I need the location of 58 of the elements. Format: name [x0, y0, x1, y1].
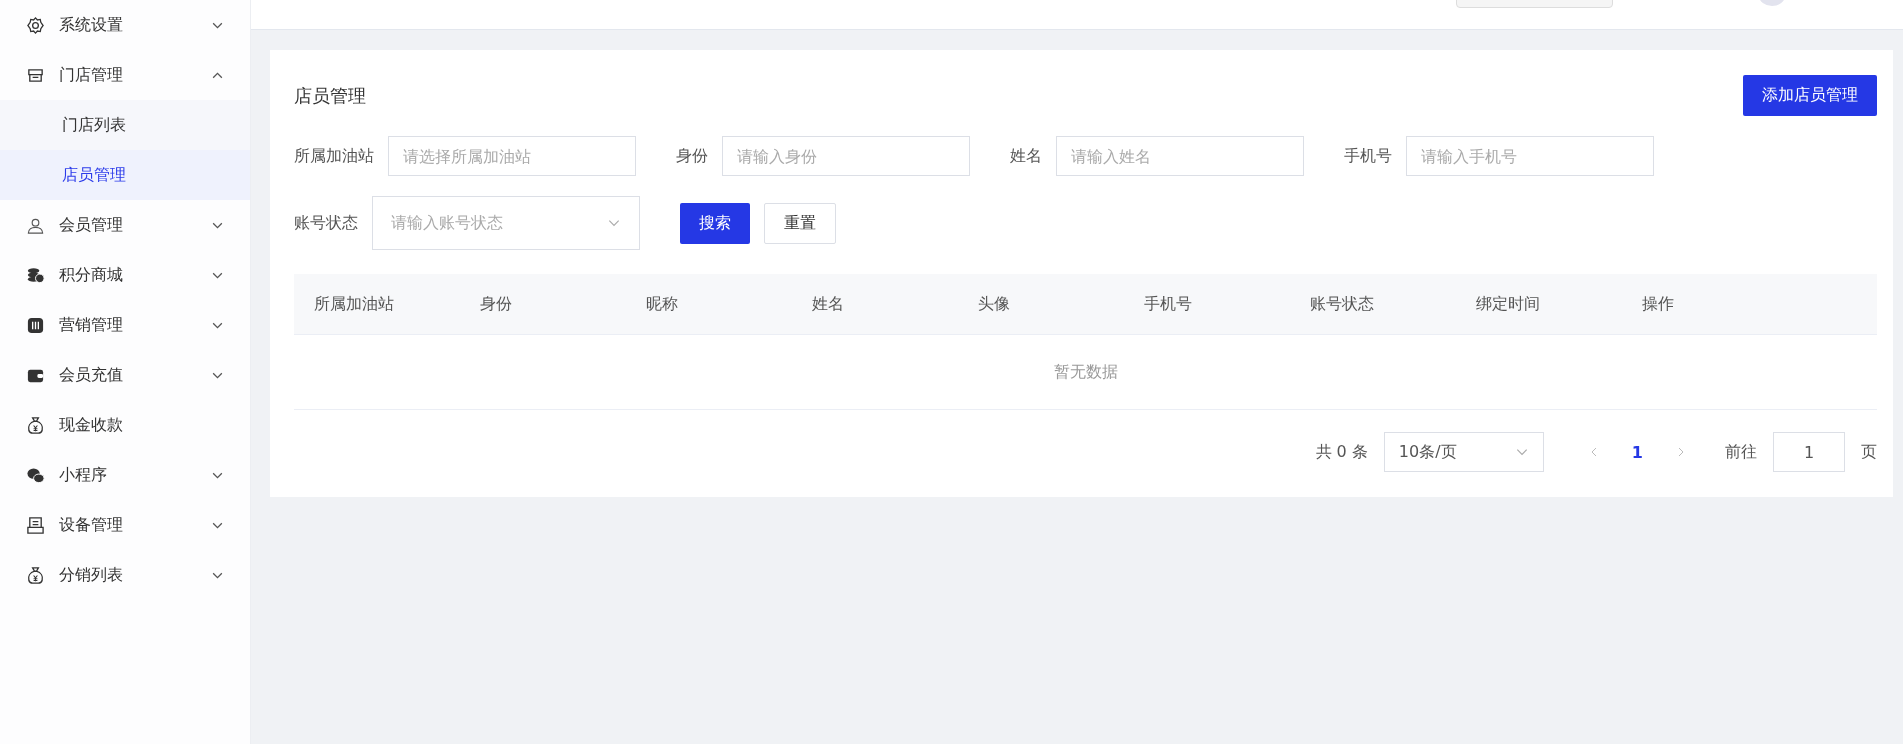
- filter-label: 姓名: [1010, 145, 1042, 167]
- page-size-select[interactable]: 10条/页: [1383, 432, 1544, 472]
- goto-label: 前往: [1725, 441, 1757, 463]
- menu-label: 现金收款: [59, 414, 124, 436]
- menu-item[interactable]: 现金收款: [0, 400, 250, 450]
- device-icon: [26, 515, 45, 535]
- menu-label: 会员充值: [59, 364, 124, 386]
- submenu-item[interactable]: 门店列表: [0, 100, 250, 150]
- filter-label: 手机号: [1344, 145, 1392, 167]
- filter-label: 所属加油站: [294, 145, 374, 167]
- menu-item[interactable]: 会员充值: [0, 350, 250, 400]
- menu-label: 设备管理: [59, 514, 124, 536]
- search-button[interactable]: 搜索: [680, 202, 750, 244]
- menu-item[interactable]: 小程序: [0, 450, 250, 500]
- bars-icon: [26, 315, 45, 335]
- coins-icon: [26, 265, 45, 285]
- menu-item[interactable]: 分销列表: [0, 550, 250, 600]
- column-header: 头像: [977, 293, 1011, 315]
- column-header: 所属加油站: [313, 293, 395, 315]
- input-field[interactable]: 请输入身份: [722, 136, 970, 176]
- menu-label: 门店管理: [59, 64, 124, 86]
- column-header: 昵称: [645, 293, 679, 315]
- column-header: 绑定时间: [1475, 293, 1541, 315]
- empty-text: 暂无数据: [1053, 361, 1118, 383]
- chat-icon: [26, 465, 45, 485]
- filter-label: 身份: [676, 145, 708, 167]
- menu-item[interactable]: 系统设置: [0, 0, 250, 50]
- input-field[interactable]: 请输入姓名: [1056, 136, 1304, 176]
- column-header: 手机号: [1143, 293, 1193, 315]
- menu-item[interactable]: 会员管理: [0, 200, 250, 250]
- submenu-item[interactable]: 店员管理: [0, 150, 250, 200]
- page-number[interactable]: 1: [1625, 442, 1649, 462]
- menu-item[interactable]: 门店管理: [0, 50, 250, 100]
- menu-item[interactable]: 积分商城: [0, 250, 250, 300]
- gear-icon: [26, 15, 45, 35]
- column-header: 账号状态: [1309, 293, 1375, 315]
- menu-label: 小程序: [59, 464, 108, 486]
- menu-label: 系统设置: [59, 14, 124, 36]
- menu-label: 积分商城: [59, 264, 124, 286]
- money-bag-icon: [26, 415, 45, 435]
- column-header: 身份: [479, 293, 513, 315]
- column-header: 操作: [1641, 293, 1675, 315]
- money-bag-icon: [26, 565, 45, 585]
- input-field[interactable]: 请选择所属加油站: [388, 136, 636, 176]
- input-field[interactable]: 请输入手机号: [1406, 136, 1654, 176]
- add-button[interactable]: 添加店员管理: [1743, 75, 1877, 116]
- page-suffix: 页: [1861, 441, 1877, 463]
- page-input[interactable]: 1: [1773, 432, 1845, 472]
- total-count: 共 0 条: [1315, 441, 1368, 463]
- filter-label: 账号状态: [294, 212, 358, 234]
- reset-button[interactable]: 重置: [764, 202, 836, 244]
- page-title: 店员管理: [294, 83, 366, 108]
- menu-item[interactable]: 设备管理: [0, 500, 250, 550]
- menu-item[interactable]: 营销管理: [0, 300, 250, 350]
- menu-label: 营销管理: [59, 314, 124, 336]
- column-header: 姓名: [811, 293, 845, 315]
- menu-label: 分销列表: [59, 564, 124, 586]
- menu-label: 会员管理: [59, 214, 124, 236]
